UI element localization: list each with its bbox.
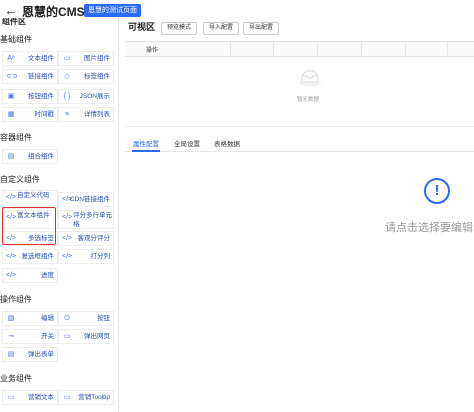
preview-mode-button[interactable]: 预览模式 xyxy=(161,22,197,35)
component-link[interactable]: ⊂⊃ 链接组件 xyxy=(2,69,58,84)
component-button[interactable]: ▣ 按钮组件 xyxy=(2,89,58,104)
canvas-title: 可视区 xyxy=(128,22,156,32)
table-header xyxy=(125,41,474,57)
button-icon: ▣ xyxy=(7,93,15,100)
component-label: 按钮 xyxy=(97,315,110,322)
component-label: 图片组件 xyxy=(84,55,110,62)
empty-box-icon xyxy=(299,70,321,87)
config-tabs: 属性配置 全局设置 表格数据 xyxy=(125,134,474,152)
component-label: 组合组件 xyxy=(28,153,54,160)
component-panel: 组件区 基础组件 Aᵃ 文本组件 ▭ 图片组件 ⊂⊃ 链接组件 ◇ 标签组件 ▣ 按钮组件… xyxy=(0,18,119,412)
group-title-action: 操作组件 xyxy=(0,295,32,304)
component-tag[interactable]: ◇ 标签组件 xyxy=(58,69,114,84)
component-label: CDN链接组件 xyxy=(69,196,110,203)
file-icon: ▭ xyxy=(63,394,71,401)
component-label: 文本组件 xyxy=(28,55,54,62)
group-title-business: 业务组件 xyxy=(0,374,32,383)
tab-global-settings[interactable]: 全局设置 xyxy=(174,138,200,148)
file-icon: ▭ xyxy=(7,394,15,401)
component-score-column[interactable]: </> 打分列 xyxy=(58,249,114,264)
component-label: 按钮组件 xyxy=(28,93,54,100)
column-divider xyxy=(361,42,362,56)
column-divider xyxy=(273,42,274,56)
window-icon: ▭ xyxy=(63,333,71,340)
panel-title: 组件区 xyxy=(2,18,26,26)
image-icon: ▭ xyxy=(63,55,71,62)
link-icon: ⊂⊃ xyxy=(6,73,18,80)
component-action-button[interactable]: ⏻ 按钮 xyxy=(58,311,114,326)
empty-text: 暂无数据 xyxy=(297,97,320,103)
component-popup-form[interactable]: ▤ 弹出表单 xyxy=(2,347,58,362)
component-label: 营销文本 xyxy=(28,394,54,401)
component-label: 时间戳 xyxy=(34,111,55,118)
divider xyxy=(125,126,474,127)
component-json[interactable]: { } JSON展示 xyxy=(58,89,114,104)
text-icon: Aᵃ xyxy=(7,55,15,62)
component-label: JSON展示 xyxy=(79,93,110,100)
component-detail-list[interactable]: ≡ 详情列表 xyxy=(58,107,114,122)
column-divider xyxy=(447,42,448,56)
component-image[interactable]: ▭ 图片组件 xyxy=(58,51,114,66)
form-icon: ▤ xyxy=(7,351,15,358)
arrow-left-icon[interactable]: ← xyxy=(4,3,18,17)
import-config-button[interactable]: 导入配置 xyxy=(203,22,239,35)
switch-icon: ⊸ xyxy=(8,333,14,340)
power-icon: ⏻ xyxy=(64,315,70,322)
component-marketing-text[interactable]: ▭ 营销文本 xyxy=(2,390,58,405)
edit-icon: ▧ xyxy=(7,315,15,322)
component-label: 复选框组件 xyxy=(21,253,55,260)
component-popup-page[interactable]: ▭ 弹出网页 xyxy=(58,329,114,344)
list-icon: ≡ xyxy=(64,111,70,118)
component-text[interactable]: Aᵃ 文本组件 xyxy=(2,51,58,66)
code-icon: </> xyxy=(6,194,17,201)
select-hint: 请点击选择要编辑的 xyxy=(385,222,474,234)
component-label: 编辑 xyxy=(41,315,54,322)
component-checkbox[interactable]: </> 复选框组件 xyxy=(2,249,58,264)
tab-table-data[interactable]: 表格数据 xyxy=(214,138,240,148)
component-score-multiline[interactable]: </> 评分多行单元格 xyxy=(58,210,114,229)
export-config-button[interactable]: 导出配置 xyxy=(243,22,279,35)
component-switch[interactable]: ⊸ 开关 xyxy=(2,329,58,344)
component-label: 标签组件 xyxy=(84,73,110,80)
component-progress[interactable]: </> 进度 xyxy=(2,268,58,283)
component-marketing-tooltip[interactable]: ▭ 营销Tooltip xyxy=(58,390,114,405)
component-label: 弹出表单 xyxy=(28,351,54,358)
component-objective-score[interactable]: </> 客观分评分 xyxy=(58,231,114,246)
selection-highlight xyxy=(2,207,56,245)
component-label: 打分列 xyxy=(90,253,111,260)
code-icon: </> xyxy=(62,235,73,242)
group-title-custom: 自定义组件 xyxy=(0,175,40,184)
tag-icon: ◇ xyxy=(64,73,70,80)
component-label: 客观分评分 xyxy=(77,235,111,242)
column-divider xyxy=(317,42,318,56)
group-title-basic: 基础组件 xyxy=(0,35,32,44)
component-edit[interactable]: ▧ 编辑 xyxy=(2,311,58,326)
braces-icon: { } xyxy=(63,93,71,100)
component-label: 详情列表 xyxy=(84,111,110,118)
component-label: 营销Tooltip xyxy=(78,394,110,401)
component-label: 开关 xyxy=(41,333,54,340)
component-label: 进度 xyxy=(41,272,54,279)
column-divider xyxy=(230,42,231,56)
active-tab-indicator xyxy=(132,150,160,152)
page-badge[interactable]: 恩慧的测试页面 xyxy=(84,4,141,17)
combine-icon: ▤ xyxy=(7,153,15,160)
component-label: 链接组件 xyxy=(28,73,54,80)
component-cdn-link[interactable]: </> CDN链接组件 xyxy=(58,192,114,207)
component-label: 评分多行单元格 xyxy=(73,212,112,228)
tab-properties[interactable]: 属性配置 xyxy=(133,138,159,148)
info-circle-icon: ! xyxy=(424,178,450,204)
column-divider xyxy=(405,42,406,56)
component-timestamp[interactable]: ▦ 时间戳 xyxy=(2,107,58,122)
code-icon: </> xyxy=(62,253,73,260)
component-combine[interactable]: ▤ 组合组件 xyxy=(2,149,58,164)
code-icon: </> xyxy=(62,214,73,221)
code-icon: </> xyxy=(6,272,17,279)
component-label: 弹出网页 xyxy=(84,333,110,340)
group-title-container: 容器组件 xyxy=(0,133,32,142)
calendar-icon: ▦ xyxy=(7,111,15,118)
code-icon: </> xyxy=(6,253,17,260)
component-label: 自定义代码 xyxy=(17,192,50,199)
operation-column-header: 操作 xyxy=(146,48,159,54)
